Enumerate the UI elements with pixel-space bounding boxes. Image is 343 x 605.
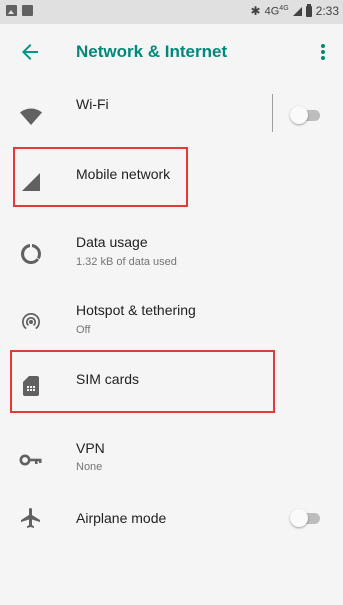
wifi-toggle[interactable] [290, 106, 322, 124]
highlight-box-mobile-network [13, 147, 188, 207]
vpn-key-icon [19, 454, 42, 466]
data-usage-label: Data usage [76, 234, 148, 250]
page-title: Network & Internet [76, 42, 228, 61]
highlight-box-sim-cards [10, 350, 275, 413]
airplane-mode-toggle[interactable] [290, 509, 322, 527]
wifi-icon [20, 108, 42, 125]
airplane-mode-label: Airplane mode [76, 510, 167, 526]
data-usage-item[interactable]: Data usage 1.32 kB of data used [0, 220, 343, 282]
hotspot-label: Hotspot & tethering [76, 302, 196, 318]
vpn-item[interactable]: VPN None [0, 428, 343, 490]
app-bar: Network & Internet [0, 24, 343, 82]
hotspot-status: Off [76, 324, 91, 336]
data-usage-icon [21, 244, 41, 265]
hotspot-icon [21, 312, 41, 330]
sim-notification-icon [22, 5, 33, 16]
clock: 2:33 [315, 4, 339, 18]
vpn-label: VPN [76, 440, 105, 456]
more-options-icon[interactable] [317, 42, 329, 64]
battery-icon [305, 3, 312, 17]
status-indicators: ✱ 4G4G 2:33 [250, 3, 339, 18]
data-usage-summary: 1.32 kB of data used [76, 256, 177, 268]
divider [272, 94, 273, 132]
airplane-icon [21, 508, 40, 528]
notification-icons [6, 5, 33, 16]
image-notification-icon [6, 5, 17, 16]
hotspot-item[interactable]: Hotspot & tethering Off [0, 288, 343, 350]
back-arrow-icon[interactable] [18, 40, 42, 64]
signal-icon [292, 6, 302, 16]
network-type: 4G4G [264, 4, 289, 18]
vpn-status: None [76, 461, 103, 473]
wifi-label: Wi-Fi [76, 96, 109, 112]
bluetooth-icon: ✱ [250, 4, 261, 18]
status-bar: ✱ 4G4G 2:33 [0, 0, 343, 24]
